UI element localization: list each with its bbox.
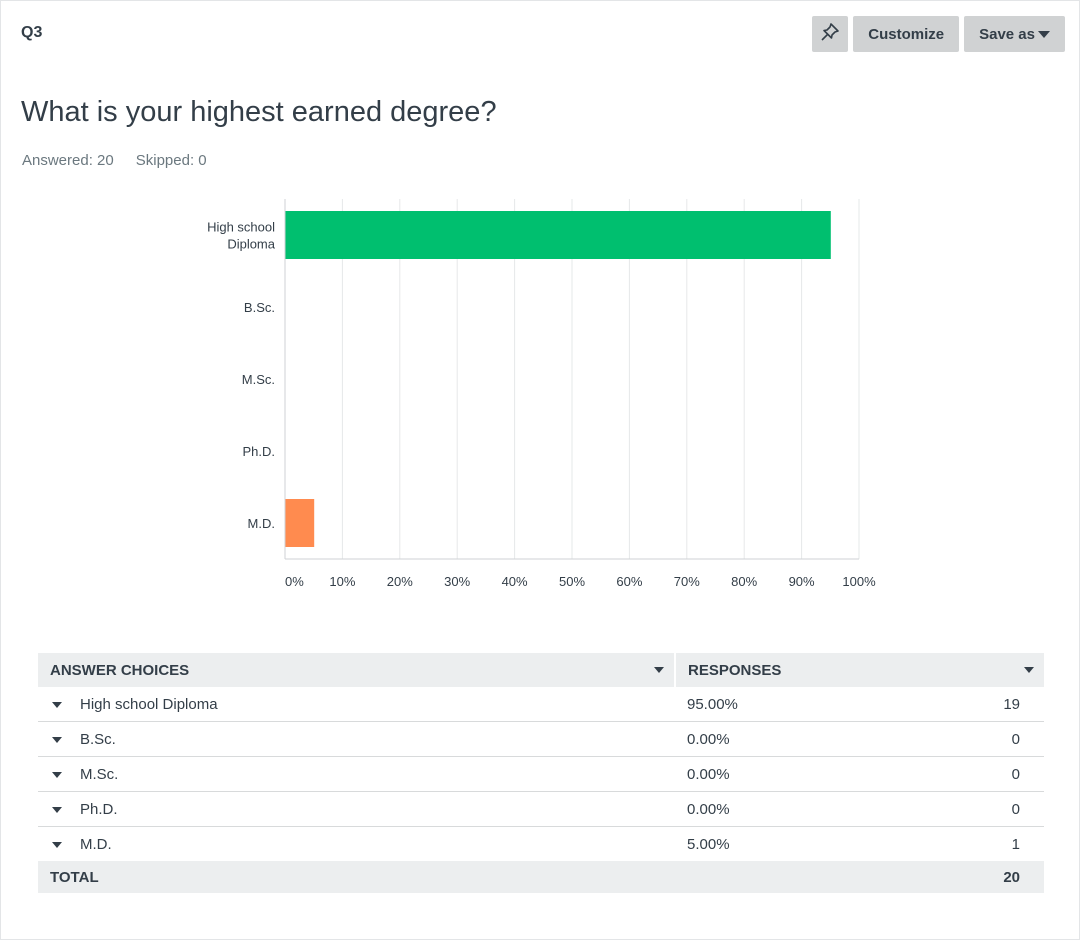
answer-table: ANSWER CHOICES RESPONSES High school Dip…: [38, 653, 1044, 893]
total-spacer: [675, 861, 899, 893]
table-header-row: ANSWER CHOICES RESPONSES: [38, 653, 1044, 687]
answer-choice: High school Diploma: [80, 695, 218, 713]
response-percent: 95.00%: [675, 687, 899, 722]
x-tick-label: 50%: [559, 574, 585, 589]
total-count: 20: [899, 861, 1044, 893]
response-percent: 0.00%: [675, 721, 899, 757]
total-row: TOTAL 20: [38, 861, 1044, 893]
table-row: Ph.D. 0.00% 0: [38, 791, 1044, 827]
category-label: Diploma: [227, 237, 275, 252]
bar-chart: 0% 10% 20% 30% 40% 50% 60% 70% 80% 90% 100% High sc…: [207, 199, 876, 589]
sort-caret-icon[interactable]: [1024, 667, 1034, 673]
table-row: High school Diploma 95.00% 19: [38, 687, 1044, 722]
table-row: M.Sc. 0.00% 0: [38, 756, 1044, 792]
responses-header[interactable]: RESPONSES: [675, 653, 1044, 687]
category-label: M.Sc.: [242, 372, 275, 387]
total-label: TOTAL: [38, 861, 675, 893]
response-percent: 5.00%: [687, 835, 730, 853]
response-percent: 0.00%: [675, 791, 899, 827]
question-summary-card: Q3 Customize Save as What is your highes…: [0, 0, 1080, 940]
responses-header-label: RESPONSES: [688, 661, 782, 679]
x-tick-label: 40%: [502, 574, 528, 589]
category-label: Ph.D.: [242, 444, 275, 459]
x-tick-label: 60%: [616, 574, 642, 589]
table-row: B.Sc. 0.00% 0: [38, 721, 1044, 757]
table-row: M.D. 5.00% 1: [38, 827, 1044, 862]
expand-caret-icon[interactable]: [52, 806, 62, 813]
x-tick-label: 80%: [731, 574, 757, 589]
response-count[interactable]: 0: [899, 791, 1044, 827]
category-label: B.Sc.: [244, 300, 275, 315]
bar: [285, 211, 831, 259]
expand-caret-icon[interactable]: [52, 701, 62, 708]
category-label: M.D.: [248, 516, 275, 531]
category-label: High school: [207, 220, 275, 235]
x-tick-label: 90%: [789, 574, 815, 589]
x-tick-label: 10%: [329, 574, 355, 589]
response-count[interactable]: 1: [899, 827, 1044, 862]
answer-choice: B.Sc.: [80, 730, 116, 748]
answer-choice: Ph.D.: [80, 800, 118, 818]
answer-choices-header[interactable]: ANSWER CHOICES: [38, 653, 676, 687]
answer-choice: M.D.: [80, 835, 112, 853]
expand-caret-icon[interactable]: [52, 736, 62, 743]
expand-caret-icon[interactable]: [52, 841, 62, 848]
response-count[interactable]: 19: [899, 687, 1044, 722]
x-tick-label: 30%: [444, 574, 470, 589]
expand-caret-icon[interactable]: [52, 771, 62, 778]
answer-choices-header-label: ANSWER CHOICES: [50, 661, 190, 679]
answer-choice: M.Sc.: [80, 765, 119, 783]
bar: [285, 499, 315, 547]
response-count[interactable]: 0: [899, 756, 1044, 792]
sort-caret-icon[interactable]: [654, 667, 664, 673]
response-count[interactable]: 0: [899, 721, 1044, 757]
x-tick-label: 70%: [674, 574, 700, 589]
x-tick-label: 100%: [842, 574, 876, 589]
x-tick-label: 0%: [285, 574, 304, 589]
response-percent: 0.00%: [675, 756, 899, 792]
x-tick-label: 20%: [387, 574, 413, 589]
